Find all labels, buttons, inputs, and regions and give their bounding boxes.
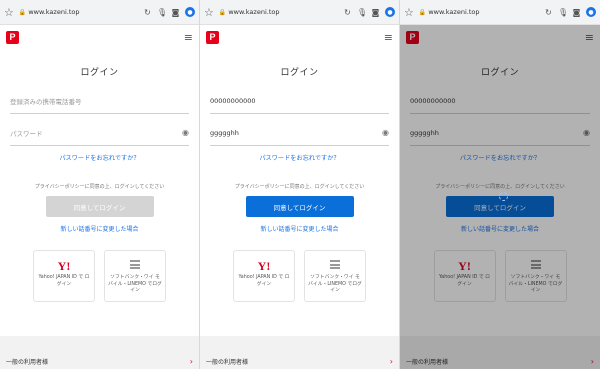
forgot-password-link[interactable]: パスワードをお忘れですか？ — [400, 153, 600, 162]
star-icon[interactable]: ☆ — [404, 6, 414, 19]
softbank-logo-icon — [530, 260, 541, 269]
lock-icon: 🔒 — [418, 8, 427, 16]
account-icon[interactable]: ● — [385, 7, 395, 17]
panel-loading: ☆ 🔒 www.kazeni.top ↻ 🎙 ◙ ● P ≡ ログイン 00000… — [400, 0, 600, 369]
url-text: www.kazeni.top — [228, 8, 280, 16]
footer-bar[interactable]: 一般の利用者様 › — [0, 336, 199, 369]
provider-options: Y! Yahoo! JAPAN ID で ログイン ソフトバンク・ワイ モバイル… — [0, 250, 199, 302]
star-icon[interactable]: ☆ — [204, 6, 214, 19]
eye-icon[interactable]: ◉ — [583, 128, 590, 137]
yahoo-login-label: Yahoo! JAPAN ID で ログイン — [38, 275, 90, 287]
privacy-notice: プライバシーポリシーに同意の上、ログインしてください — [435, 184, 565, 190]
camera-icon[interactable]: ◙ — [171, 8, 180, 17]
mic-icon[interactable]: 🎙 — [157, 8, 167, 17]
password-placeholder: パスワード — [10, 129, 43, 138]
password-field[interactable]: ggggghh ◉ — [410, 120, 590, 146]
mic-icon[interactable]: 🎙 — [357, 8, 367, 17]
footer-bar[interactable]: 一般の利用者様 › — [200, 336, 399, 369]
password-field[interactable]: パスワード ◉ — [10, 120, 189, 146]
brand-logo[interactable]: P — [406, 30, 419, 44]
password-value: ggggghh — [210, 128, 239, 137]
footer-bar[interactable]: 一般の利用者様 › — [400, 336, 600, 369]
browser-toolbar: ☆ 🔒 www.kazeni.top ↻ 🎙 ◙ ● — [0, 0, 199, 25]
footer-text: 一般の利用者様 — [206, 359, 249, 366]
softbank-login-button[interactable]: ソフトバンク・ワイ モバイル・LINEMO でログイン — [504, 250, 567, 302]
phone-field[interactable]: 00000000000 — [210, 88, 389, 114]
address-bar[interactable]: 🔒 www.kazeni.top — [19, 8, 138, 16]
chevron-right-icon: › — [590, 357, 594, 366]
mic-icon[interactable]: 🎙 — [558, 8, 568, 17]
url-text: www.kazeni.top — [28, 8, 80, 16]
privacy-notice: プライバシーポリシーに同意の上、ログインしてください — [34, 184, 165, 190]
footer-text: 一般の利用者様 — [6, 359, 49, 366]
softbank-logo-icon — [330, 260, 340, 269]
yahoo-logo-icon: Y! — [57, 259, 71, 273]
page-title: ログイン — [480, 68, 519, 78]
hamburger-menu-icon[interactable]: ≡ — [384, 31, 393, 44]
login-button[interactable]: 同意してログイン — [45, 196, 154, 217]
phone-field[interactable]: 登録済みの携帯電話番号 — [10, 88, 189, 114]
eye-icon[interactable]: ◉ — [182, 128, 189, 137]
softbank-login-label: ソフトバンク・ワイ モバイル・LINEMO でログイン — [508, 275, 563, 293]
provider-options: Y! Yahoo! JAPAN ID で ログイン ソフトバンク・ワイ モバイル… — [400, 250, 600, 302]
lock-icon: 🔒 — [218, 8, 227, 16]
password-value: ggggghh — [410, 128, 439, 137]
phone-value: 00000000000 — [410, 96, 456, 105]
star-icon[interactable]: ☆ — [4, 6, 14, 19]
number-changed-link[interactable]: 新しい話番号に変更した場合 — [200, 224, 399, 233]
panel-empty-form: ☆ 🔒 www.kazeni.top ↻ 🎙 ◙ ● P ≡ ログイン 登録済みの… — [0, 0, 200, 369]
number-changed-link[interactable]: 新しい話番号に変更した場合 — [400, 224, 600, 233]
forgot-password-link[interactable]: パスワードをお忘れですか？ — [0, 153, 199, 162]
app-header: P ≡ — [400, 25, 600, 49]
account-icon[interactable]: ● — [185, 7, 195, 17]
footer-text: 一般の利用者様 — [406, 359, 449, 366]
yahoo-logo-icon: Y! — [257, 259, 271, 273]
page-title: ログイン — [280, 68, 319, 78]
address-bar[interactable]: 🔒 www.kazeni.top — [419, 8, 539, 16]
address-bar[interactable]: 🔒 www.kazeni.top — [219, 8, 338, 16]
provider-options: Y! Yahoo! JAPAN ID で ログイン ソフトバンク・ワイ モバイル… — [200, 250, 399, 302]
page-title: ログイン — [80, 68, 119, 78]
brand-logo[interactable]: P — [6, 30, 19, 44]
browser-toolbar: ☆ 🔒 www.kazeni.top ↻ 🎙 ◙ ● — [400, 0, 600, 25]
phone-field[interactable]: 00000000000 — [410, 88, 590, 114]
reload-icon[interactable]: ↻ — [343, 8, 352, 17]
account-icon[interactable]: ● — [586, 7, 596, 17]
hamburger-menu-icon[interactable]: ≡ — [184, 31, 193, 44]
softbank-login-label: ソフトバンク・ワイ モバイル・LINEMO でログイン — [308, 275, 362, 293]
yahoo-login-button[interactable]: Y! Yahoo! JAPAN ID で ログイン — [433, 250, 496, 302]
yahoo-logo-icon: Y! — [458, 259, 471, 273]
number-changed-link[interactable]: 新しい話番号に変更した場合 — [0, 224, 199, 233]
hamburger-menu-icon[interactable]: ≡ — [585, 31, 594, 44]
app-header: P ≡ — [200, 25, 399, 49]
reload-icon[interactable]: ↻ — [544, 8, 553, 17]
softbank-login-button[interactable]: ソフトバンク・ワイ モバイル・LINEMO でログイン — [104, 250, 166, 302]
browser-toolbar: ☆ 🔒 www.kazeni.top ↻ 🎙 ◙ ● — [200, 0, 399, 25]
login-button[interactable]: 同意してログイン — [245, 196, 354, 217]
chevron-right-icon: › — [189, 357, 193, 366]
screenshot-sequence: ☆ 🔒 www.kazeni.top ↻ 🎙 ◙ ● P ≡ ログイン 登録済みの… — [0, 0, 600, 369]
softbank-login-button[interactable]: ソフトバンク・ワイ モバイル・LINEMO でログイン — [304, 250, 366, 302]
eye-icon[interactable]: ◉ — [382, 128, 389, 137]
camera-icon[interactable]: ◙ — [572, 8, 581, 17]
lock-icon: 🔒 — [18, 8, 27, 16]
app-header: P ≡ — [0, 25, 199, 49]
yahoo-login-label: Yahoo! JAPAN ID で ログイン — [238, 275, 290, 287]
yahoo-login-button[interactable]: Y! Yahoo! JAPAN ID で ログイン — [33, 250, 95, 302]
reload-icon[interactable]: ↻ — [143, 8, 152, 17]
panel-filled-form: ☆ 🔒 www.kazeni.top ↻ 🎙 ◙ ● P ≡ ログイン 00000… — [200, 0, 400, 369]
softbank-logo-icon — [130, 260, 140, 269]
password-field[interactable]: ggggghh ◉ — [210, 120, 389, 146]
chevron-right-icon: › — [389, 357, 393, 366]
brand-logo[interactable]: P — [206, 30, 219, 44]
yahoo-login-label: Yahoo! JAPAN ID で ログイン — [439, 275, 490, 287]
url-text: www.kazeni.top — [428, 8, 480, 16]
privacy-notice: プライバシーポリシーに同意の上、ログインしてください — [234, 184, 365, 190]
softbank-login-label: ソフトバンク・ワイ モバイル・LINEMO でログイン — [108, 275, 162, 293]
yahoo-login-button[interactable]: Y! Yahoo! JAPAN ID で ログイン — [233, 250, 295, 302]
phone-placeholder: 登録済みの携帯電話番号 — [10, 97, 82, 106]
phone-value: 00000000000 — [210, 96, 256, 105]
camera-icon[interactable]: ◙ — [371, 8, 380, 17]
forgot-password-link[interactable]: パスワードをお忘れですか？ — [200, 153, 399, 162]
